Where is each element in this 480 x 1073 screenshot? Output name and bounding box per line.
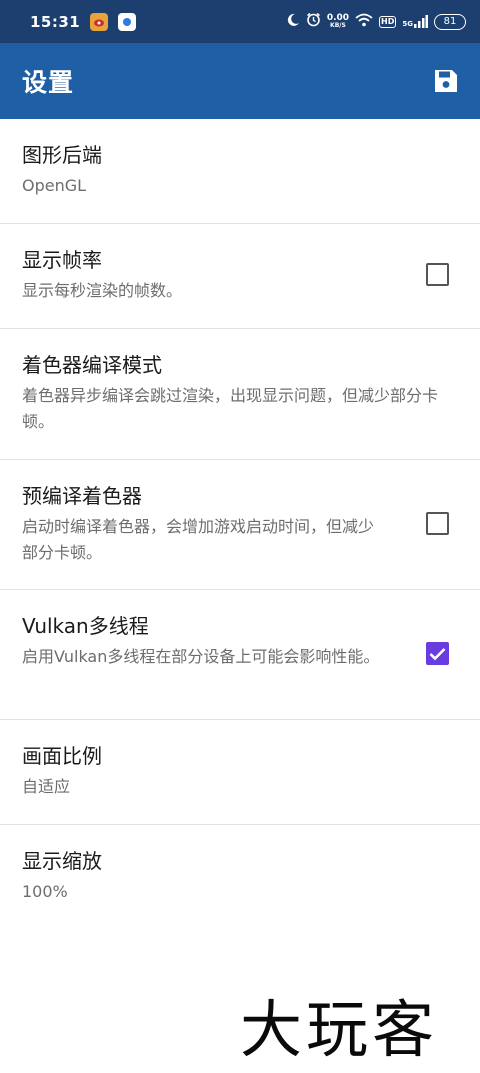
save-icon <box>435 70 457 92</box>
setting-display-scale[interactable]: 显示缩放 100% <box>0 825 480 930</box>
setting-title: 显示帧率 <box>22 248 102 272</box>
settings-list: 图形后端 OpenGL 显示帧率 显示每秒渲染的帧数。 着色器编译模式 着色器异… <box>0 119 480 930</box>
setting-value: OpenGL <box>22 176 87 195</box>
setting-show-fps[interactable]: 显示帧率 显示每秒渲染的帧数。 <box>0 224 480 329</box>
setting-title: 预编译着色器 <box>22 484 142 508</box>
setting-title: 显示缩放 <box>22 849 102 873</box>
alarm-icon <box>306 12 321 31</box>
vulkan-multithreading-checkbox[interactable] <box>426 642 449 665</box>
network-type: 5G <box>402 20 413 28</box>
watermark-logo: 大玩客 <box>240 993 439 1066</box>
setting-title: 画面比例 <box>22 744 102 768</box>
setting-description: 显示每秒渲染的帧数。 <box>22 281 183 300</box>
status-bar: 15:31 0.00 KB/S HD 5G 81 <box>0 0 480 43</box>
setting-title: Vulkan多线程 <box>22 614 149 638</box>
app-bar: 设置 <box>0 43 480 119</box>
setting-shader-compile-mode[interactable]: 着色器编译模式 着色器异步编译会跳过渲染，出现显示问题，但减少部分卡顿。 <box>0 329 480 460</box>
status-time: 15:31 <box>30 12 81 31</box>
precompile-shaders-checkbox[interactable] <box>426 512 449 535</box>
setting-title: 图形后端 <box>22 143 102 167</box>
app-notification-icon <box>118 12 137 31</box>
status-icons: 0.00 KB/S HD 5G 81 <box>286 12 466 31</box>
hd-badge: HD <box>379 15 397 28</box>
save-button[interactable] <box>432 67 460 95</box>
cell-signal-icon: 5G <box>402 15 428 28</box>
battery-indicator: 81 <box>434 13 466 30</box>
page-title: 设置 <box>22 68 75 97</box>
setting-description: 启动时编译着色器，会增加游戏启动时间，但减少部分卡顿。 <box>22 517 375 562</box>
network-speed: 0.00 KB/S <box>326 12 350 30</box>
setting-vulkan-multithreading[interactable]: Vulkan多线程 启用Vulkan多线程在部分设备上可能会影响性能。 <box>0 590 480 720</box>
setting-description: 启用Vulkan多线程在部分设备上可能会影响性能。 <box>22 647 380 666</box>
do-not-disturb-moon-icon <box>286 13 300 31</box>
setting-title: 着色器编译模式 <box>22 353 162 377</box>
net-speed-unit: KB/S <box>330 21 346 29</box>
setting-description: 着色器异步编译会跳过渲染，出现显示问题，但减少部分卡顿。 <box>22 386 439 431</box>
check-icon <box>429 647 446 660</box>
weibo-notification-icon <box>90 12 109 31</box>
setting-value: 100% <box>22 882 68 901</box>
setting-precompile-shaders[interactable]: 预编译着色器 启动时编译着色器，会增加游戏启动时间，但减少部分卡顿。 <box>0 460 480 590</box>
battery-level: 81 <box>443 16 457 27</box>
wifi-icon <box>355 13 373 31</box>
setting-graphics-backend[interactable]: 图形后端 OpenGL <box>0 119 480 224</box>
setting-value: 自适应 <box>22 777 71 796</box>
setting-aspect-ratio[interactable]: 画面比例 自适应 <box>0 720 480 825</box>
net-speed-value: 0.00 <box>326 12 350 23</box>
show-fps-checkbox[interactable] <box>426 263 449 286</box>
